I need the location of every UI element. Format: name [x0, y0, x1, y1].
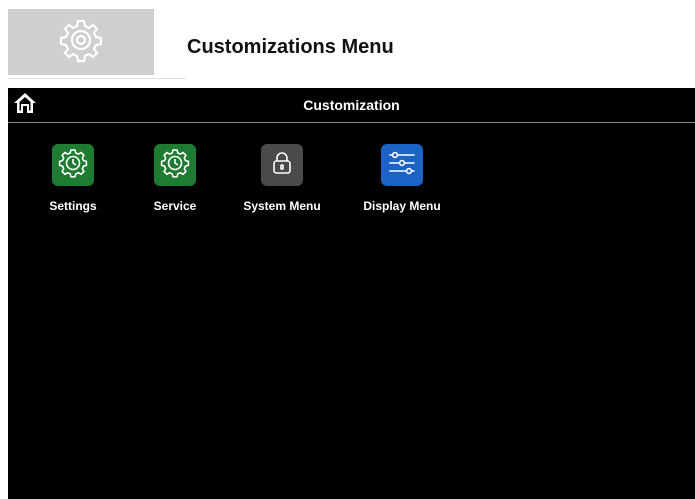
display-menu-button[interactable]: Display Menu [352, 144, 452, 224]
gear-clock-icon [160, 148, 190, 183]
settings-tile [52, 144, 94, 186]
document-header: Customizations Menu [0, 0, 695, 88]
display-menu-tile [381, 144, 423, 186]
system-menu-tile [261, 144, 303, 186]
settings-label: Settings [49, 199, 97, 213]
page-title: Customizations Menu [187, 36, 394, 58]
home-button[interactable] [11, 91, 39, 119]
home-icon [13, 91, 37, 120]
settings-button[interactable]: Settings [23, 144, 123, 224]
system-menu-button[interactable]: System Menu [232, 144, 332, 224]
service-tile [154, 144, 196, 186]
screen-title: Customization [303, 97, 400, 113]
system-menu-label: System Menu [243, 199, 321, 213]
gear-icon [56, 15, 106, 70]
service-button[interactable]: Service [125, 144, 225, 224]
header-logo [8, 9, 154, 75]
gear-clock-icon [58, 148, 88, 183]
service-label: Service [153, 199, 197, 213]
header-divider [8, 78, 186, 79]
device-screen: Customization Settings Service System Me… [8, 88, 695, 499]
display-menu-label: Display Menu [363, 199, 441, 213]
lock-icon [269, 150, 295, 181]
sliders-icon [387, 148, 417, 183]
screen-title-bar: Customization [8, 88, 695, 123]
